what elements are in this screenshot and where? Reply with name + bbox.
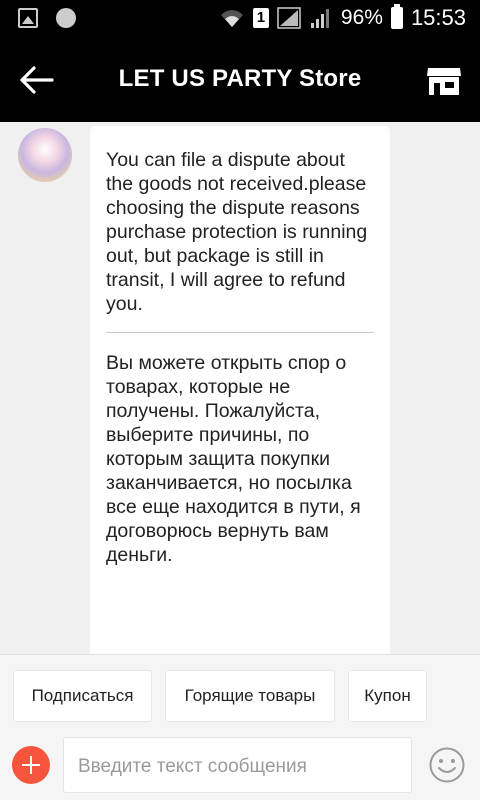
quick-reply-hot-products[interactable]: Горящие товары (165, 670, 335, 722)
app-header: LET US PARTY Store (0, 38, 480, 122)
quick-replies-bar: Подписаться Горящие товары Купон (0, 654, 480, 734)
message-text-en: You can file a dispute about the goods n… (106, 149, 368, 315)
signal-icon (277, 7, 301, 29)
page-title: LET US PARTY Store (118, 65, 362, 92)
image-notification-icon (18, 8, 38, 28)
message-text-ru: Вы можете открыть спор о товарах, которы… (106, 352, 361, 566)
battery-icon (390, 4, 403, 29)
signal-bars-icon (310, 9, 329, 28)
store-icon[interactable] (426, 64, 462, 96)
store-avatar[interactable] (18, 128, 72, 182)
clock: 15:53 (410, 5, 466, 30)
add-attachment-button[interactable] (12, 746, 50, 784)
chat-area[interactable]: You can file a dispute about the goods n… (0, 122, 480, 654)
message-bubble: You can file a dispute about the goods n… (90, 126, 390, 654)
translation-divider (106, 332, 374, 333)
quick-reply-subscribe[interactable]: Подписаться (13, 670, 152, 722)
message-input[interactable]: Введите текст сообщения (63, 737, 412, 793)
settings-notification-icon (56, 8, 76, 28)
message-input-placeholder: Введите текст сообщения (78, 756, 307, 777)
message-input-bar: Введите текст сообщения (0, 734, 480, 800)
quick-reply-coupon[interactable]: Купон (348, 670, 427, 722)
battery-percent: 96% (340, 6, 383, 29)
sim-slot-icon: 1 (252, 8, 269, 28)
emoji-icon[interactable] (428, 746, 466, 784)
status-bar: 1 96% 15:53 (0, 0, 480, 38)
wifi-icon (220, 10, 243, 27)
